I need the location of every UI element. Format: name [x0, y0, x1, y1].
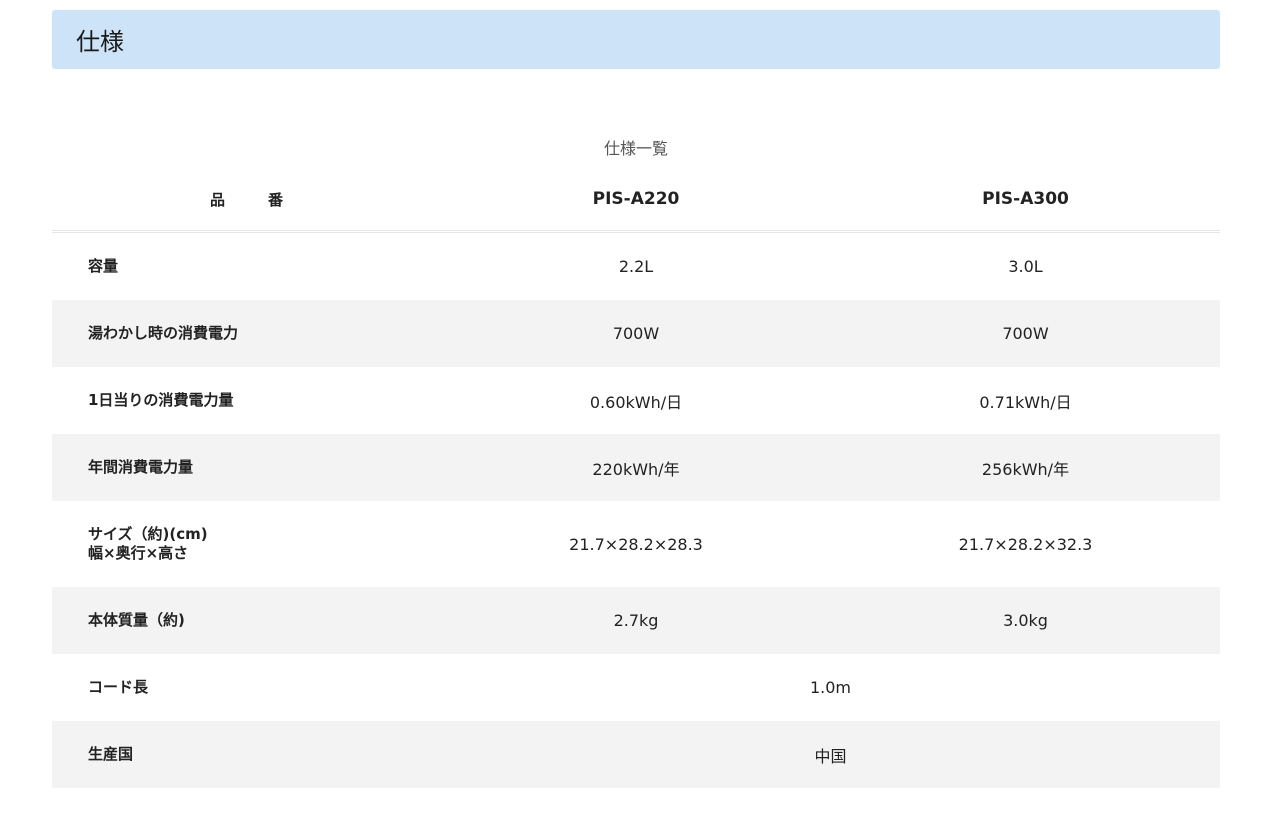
cell-value-shared: 1.0m: [809, 678, 852, 697]
cell-value: 700W: [831, 300, 1220, 367]
cell-value: 2.2L: [618, 257, 654, 276]
header-label: 品 番: [52, 168, 441, 233]
table-row: 生産国 中国: [52, 721, 1220, 788]
row-label: 年間消費電力量: [52, 434, 441, 501]
row-label: 湯わかし時の消費電力: [52, 300, 441, 367]
row-label-line: 幅×奥行×高さ: [88, 544, 189, 562]
header-model: PIS-A220: [441, 168, 831, 233]
cell-value: 3.0L: [1008, 257, 1043, 276]
cell-value: 0.60kWh/日: [589, 392, 683, 412]
cell-value: 256kWh/年: [831, 434, 1220, 501]
row-label-line: サイズ（約)(cm): [88, 525, 208, 543]
header-model: PIS-A300: [831, 168, 1220, 233]
table-caption: 仕様一覧: [603, 139, 668, 158]
table-row: 容量 2.2L 3.0L: [52, 232, 1220, 301]
cell-value: 2.7kg: [441, 587, 831, 654]
row-label: サイズ（約)(cm) 幅×奥行×高さ: [52, 501, 441, 587]
row-label: 1日当りの消費電力量: [88, 391, 234, 409]
row-label: 本体質量（約): [52, 587, 441, 654]
row-label: 容量: [88, 257, 119, 275]
table-row: 湯わかし時の消費電力 700W 700W: [52, 300, 1220, 367]
spec-table: 品 番 PIS-A220 PIS-A300 容量 2.2L 3.0L 湯わかし時…: [52, 168, 1220, 788]
table-row: 1日当りの消費電力量 0.60kWh/日 0.71kWh/日: [52, 367, 1220, 434]
table-row: 本体質量（約) 2.7kg 3.0kg: [52, 587, 1220, 654]
cell-value: 21.7×28.2×32.3: [958, 534, 1093, 554]
cell-value: 220kWh/年: [441, 434, 831, 501]
cell-value: 3.0kg: [831, 587, 1220, 654]
cell-value: 700W: [441, 300, 831, 367]
table-row: サイズ（約)(cm) 幅×奥行×高さ 21.7×28.2×28.3 21.7×2…: [52, 501, 1220, 587]
table-row: 年間消費電力量 220kWh/年 256kWh/年: [52, 434, 1220, 501]
section-title: 仕様: [52, 10, 1220, 69]
cell-value: 0.71kWh/日: [979, 392, 1072, 412]
table-row: コード長 1.0m: [52, 654, 1220, 721]
cell-value-shared: 中国: [441, 721, 1220, 788]
row-label: 生産国: [52, 721, 441, 788]
table-header-row: 品 番 PIS-A220 PIS-A300: [52, 168, 1220, 233]
row-label: コード長: [88, 678, 149, 696]
cell-value: 21.7×28.2×28.3: [569, 534, 703, 554]
